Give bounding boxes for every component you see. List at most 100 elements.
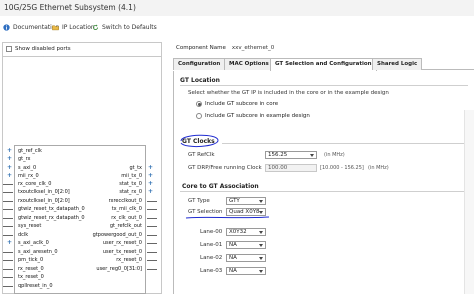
refresh-icon bbox=[92, 24, 99, 31]
port-left: qpllreset_in_0 bbox=[18, 283, 53, 289]
port-wire bbox=[3, 286, 13, 287]
chevron-down-icon bbox=[310, 154, 314, 157]
tab-shared-logic[interactable]: Shared Logic bbox=[372, 58, 423, 70]
port-wire bbox=[3, 235, 13, 236]
lane-00-dropdown[interactable]: X0Y32 bbox=[226, 228, 266, 236]
lane-03-value: NA bbox=[229, 268, 237, 274]
port-left: s_axi_0 bbox=[18, 165, 37, 171]
port-wire bbox=[3, 184, 13, 185]
lane-03-dropdown[interactable]: NA bbox=[226, 267, 266, 275]
show-disabled-ports-row[interactable]: Show disabled ports bbox=[6, 46, 71, 52]
expand-gt-ref-clk-icon[interactable]: + bbox=[7, 148, 12, 154]
documentation-button[interactable]: Documentation bbox=[3, 24, 59, 31]
lane-02-label: Lane-02 bbox=[200, 255, 223, 261]
port-wire bbox=[147, 209, 157, 210]
core-to-gt-title: Core to GT Association bbox=[182, 183, 259, 190]
lane-02-dropdown[interactable]: NA bbox=[226, 254, 266, 262]
component-name-input[interactable]: xxv_ethernet_0 bbox=[232, 45, 274, 51]
port-left: gtwiz_reset_tx_datapath_0 bbox=[18, 206, 85, 212]
port-wire bbox=[3, 252, 13, 253]
ip-location-button[interactable]: IP Location bbox=[52, 24, 95, 31]
chevron-down-icon bbox=[259, 244, 263, 247]
port-wire bbox=[147, 260, 157, 261]
port-wire bbox=[3, 269, 13, 270]
config-panel: Component Name xxv_ethernet_0 Configurat… bbox=[170, 42, 474, 294]
port-wire bbox=[3, 277, 13, 278]
gt-location-description: Select whether the GT IP is included in … bbox=[188, 90, 389, 96]
radio-button[interactable] bbox=[196, 101, 202, 107]
toolbar: Documentation IP Location Switch to Defa… bbox=[0, 22, 474, 36]
port-right: tx_mii_clk_0 bbox=[111, 206, 142, 212]
port-left: tx_reset_0 bbox=[18, 274, 44, 280]
component-name-label: Component Name bbox=[176, 45, 226, 51]
gt-drp-input[interactable]: 100.00 bbox=[265, 164, 317, 172]
port-wire bbox=[147, 201, 157, 202]
lane-00-value: X0Y32 bbox=[229, 229, 247, 235]
chevron-down-icon bbox=[259, 200, 263, 203]
switch-defaults-button[interactable]: Switch to Defaults bbox=[92, 24, 157, 31]
section-divider bbox=[222, 143, 468, 144]
port-right: rx_reset_0 bbox=[116, 257, 142, 263]
gt-drp-unit: (in MHz) bbox=[368, 165, 389, 171]
port-left: gt_ref_clk bbox=[18, 148, 42, 154]
section-divider bbox=[180, 191, 468, 192]
port-wire bbox=[3, 201, 13, 202]
expand-s-axi-aclk-icon[interactable]: + bbox=[7, 240, 12, 246]
chevron-down-icon bbox=[259, 231, 263, 234]
port-wire bbox=[147, 252, 157, 253]
radio-include-core[interactable]: Include GT subcore in core bbox=[196, 101, 278, 107]
port-right: gt_tx bbox=[129, 165, 142, 171]
port-right: user_reg0_0[31:0] bbox=[96, 266, 142, 272]
expand-stat-tx-icon[interactable]: + bbox=[148, 181, 153, 187]
expand-mii-tx-icon[interactable]: + bbox=[148, 173, 153, 179]
vertical-scrollbar[interactable] bbox=[464, 110, 474, 294]
show-disabled-ports-checkbox[interactable] bbox=[6, 46, 12, 52]
port-wire bbox=[147, 243, 157, 244]
lane-02-value: NA bbox=[229, 255, 237, 261]
gt-drp-label: GT DRP/Free running Clock bbox=[188, 165, 262, 171]
lane-01-dropdown[interactable]: NA bbox=[226, 241, 266, 249]
port-left: sys_reset bbox=[18, 223, 42, 229]
lane-03-label: Lane-03 bbox=[200, 268, 223, 274]
port-right: mii_tx_0 bbox=[121, 173, 142, 179]
switch-defaults-label: Switch to Defaults bbox=[102, 24, 157, 31]
port-right: gtpowergood_out_0 bbox=[92, 232, 142, 238]
lane-00-label: Lane-00 bbox=[200, 229, 223, 235]
radio-include-example[interactable]: Include GT subcore in example design bbox=[196, 113, 310, 119]
port-left: pm_tick_0 bbox=[18, 257, 44, 263]
expand-gt-rx-icon[interactable]: + bbox=[7, 156, 12, 162]
ip-symbol-block: + gt_ref_clk + gt_rx + s_axi_0 + mii_rx_… bbox=[3, 145, 157, 294]
radio-button[interactable] bbox=[196, 113, 202, 119]
panel-divider bbox=[3, 56, 161, 57]
port-left: txoutclksel_in_0[2:0] bbox=[18, 189, 70, 195]
gt-type-dropdown[interactable]: GTY bbox=[226, 197, 266, 205]
expand-stat-rx-icon[interactable]: + bbox=[148, 189, 153, 195]
tab-configuration[interactable]: Configuration bbox=[173, 58, 226, 70]
expand-s-axi-icon[interactable]: + bbox=[7, 165, 12, 171]
port-wire bbox=[3, 218, 13, 219]
port-right: user_rx_reset_0 bbox=[102, 240, 142, 246]
gt-type-label: GT Type bbox=[188, 198, 210, 204]
gt-refclk-unit: (in MHz) bbox=[324, 152, 345, 158]
expand-mii-rx-icon[interactable]: + bbox=[7, 173, 12, 179]
tab-mac-options[interactable]: MAC Options bbox=[224, 58, 274, 70]
radio-label: Include GT subcore in core bbox=[205, 101, 279, 107]
gt-drp-range: [10.000 - 156.25] bbox=[320, 165, 364, 171]
port-wire bbox=[3, 260, 13, 261]
gt-refclk-value: 156.25 bbox=[268, 152, 288, 158]
chevron-down-icon bbox=[259, 211, 263, 214]
lane-01-value: NA bbox=[229, 242, 237, 248]
tab-gt-selection[interactable]: GT Selection and Configuration bbox=[270, 58, 377, 71]
port-left: mii_rx_0 bbox=[18, 173, 39, 179]
tab-content: GT Location Select whether the GT IP is … bbox=[173, 71, 474, 294]
radio-label: Include GT subcore in example design bbox=[205, 113, 310, 119]
expand-gt-tx-icon[interactable]: + bbox=[148, 165, 153, 171]
port-right: rx_clk_out_0 bbox=[111, 215, 142, 221]
port-right: stat_tx_0 bbox=[119, 181, 142, 187]
title-bar: 10G/25G Ethernet Subsystem (4.1) bbox=[0, 0, 474, 16]
port-wire bbox=[147, 218, 157, 219]
component-name-row: Component Name xxv_ethernet_0 bbox=[176, 45, 274, 51]
port-right: user_tx_reset_0 bbox=[102, 249, 142, 255]
port-left: s_axi_aresetn_0 bbox=[18, 249, 58, 255]
gt-refclk-dropdown[interactable]: 156.25 bbox=[265, 151, 317, 159]
